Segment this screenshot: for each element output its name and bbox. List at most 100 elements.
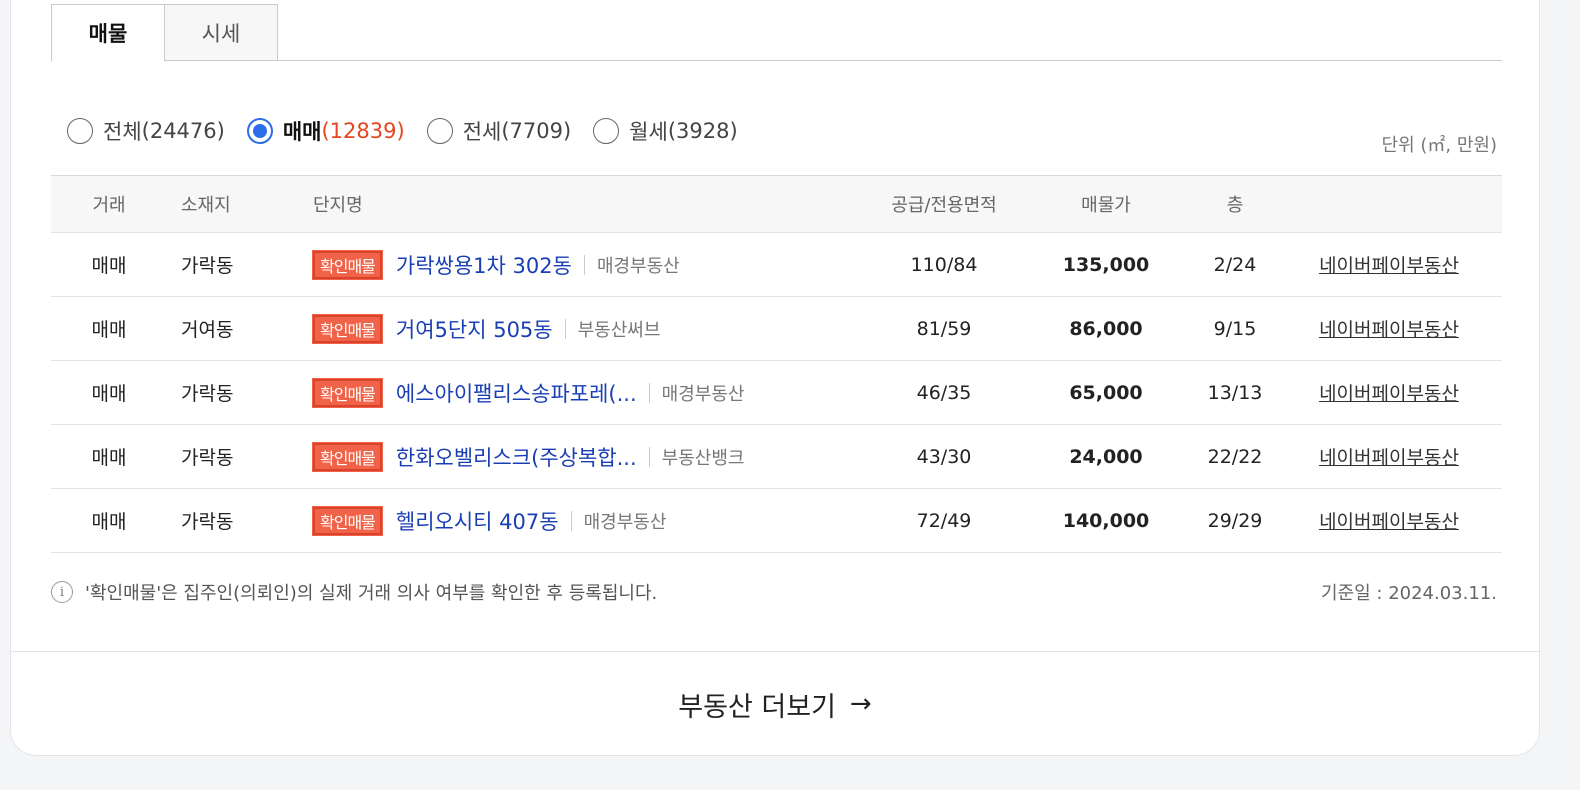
agent-link[interactable]: 네이버페이부동산 xyxy=(1319,511,1459,533)
cell-price: 135,000 xyxy=(1062,253,1150,276)
radio-circle[interactable] xyxy=(67,118,93,144)
filter-monthly-rent[interactable]: 월세 (3928) xyxy=(593,116,738,146)
cell-price: 65,000 xyxy=(1069,381,1143,404)
cell-type: 매매 xyxy=(91,383,127,405)
verified-listing-badge: 확인매물 xyxy=(312,441,383,472)
cell-agent: 네이버페이부동산 xyxy=(1277,443,1501,470)
filter-jeonse[interactable]: 전세 (7709) xyxy=(426,116,572,146)
radio-circle[interactable] xyxy=(246,118,273,144)
cell-type: 매매 xyxy=(91,255,127,277)
table-header: 거래 소재지 단지명 공급/전용면적 매물가 층 xyxy=(51,176,1502,233)
cell-floor: 9/15 xyxy=(1213,317,1257,340)
cell-floor: 2/24 xyxy=(1213,253,1257,276)
base-date: 기준일 : 2024.03.11. xyxy=(1321,583,1497,604)
verified-listing-badge: 확인매물 xyxy=(312,249,383,280)
cell-floor: 29/29 xyxy=(1207,509,1263,532)
agent-link[interactable]: 네이버페이부동산 xyxy=(1319,383,1459,405)
agency-name: 부동산뱅크 xyxy=(661,447,745,469)
cell-complex: 확인매물 가락쌍용1차 302동 매경부동산 xyxy=(312,249,869,280)
complex-link[interactable]: 헬리오시티 407동 xyxy=(396,506,559,536)
filter-sale[interactable]: 매매 (12839) xyxy=(246,116,405,146)
header-price: 매물가 xyxy=(1081,195,1131,216)
tab-bar: 매물 시세 xyxy=(51,4,1502,62)
cell-agent: 네이버페이부동산 xyxy=(1277,251,1501,278)
unit-label: 단위 (㎡, 만원) xyxy=(1381,135,1497,156)
divider xyxy=(570,510,572,531)
cell-price: 86,000 xyxy=(1069,317,1143,340)
filter-count: (3928) xyxy=(667,119,738,143)
cell-floor: 22/22 xyxy=(1207,445,1263,468)
filter-label: 전체 xyxy=(103,120,142,144)
filter-all[interactable]: 전체 (24476) xyxy=(67,116,225,146)
agent-link[interactable]: 네이버페이부동산 xyxy=(1319,319,1459,341)
header-complex: 단지명 xyxy=(313,195,363,216)
arrow-right-icon: → xyxy=(849,689,872,719)
table-row: 매매 가락동 확인매물 한화오벨리스크(주상복합... 부동산뱅크 43/30 … xyxy=(51,425,1502,489)
cell-area: 72/49 xyxy=(916,509,972,532)
cell-price: 140,000 xyxy=(1062,509,1150,532)
cell-complex: 확인매물 에스아이팰리스송파포레(... 매경부동산 xyxy=(312,377,869,408)
deal-type-filter: 전체 (24476) 매매 (12839) 전세 (7709) 월세 (3928… xyxy=(67,116,760,146)
cell-agent: 네이버페이부동산 xyxy=(1277,315,1501,342)
header-area: 공급/전용면적 xyxy=(891,195,997,216)
cell-location: 가락동 xyxy=(181,511,234,533)
cell-area: 81/59 xyxy=(916,317,972,340)
agency-name: 매경부동산 xyxy=(661,383,745,405)
table-row: 매매 가락동 확인매물 헬리오시티 407동 매경부동산 72/49 140,0… xyxy=(51,489,1502,553)
cell-type: 매매 xyxy=(91,511,127,533)
cell-complex: 확인매물 헬리오시티 407동 매경부동산 xyxy=(312,505,869,536)
cell-price: 24,000 xyxy=(1069,445,1143,468)
cell-area: 110/84 xyxy=(910,253,978,276)
divider xyxy=(564,318,566,339)
agency-name: 부동산써브 xyxy=(577,319,661,341)
header-location: 소재지 xyxy=(181,195,231,216)
note-text: '확인매물'은 집주인(의뢰인)의 실제 거래 의사 여부를 확인한 후 등록됩… xyxy=(85,583,658,604)
complex-link[interactable]: 거여5단지 505동 xyxy=(396,314,553,344)
cell-floor: 13/13 xyxy=(1207,381,1263,404)
divider xyxy=(648,382,650,403)
tab-listings[interactable]: 매물 xyxy=(51,4,165,62)
cell-type: 매매 xyxy=(91,319,127,341)
agency-name: 매경부동산 xyxy=(583,511,667,533)
filter-count: (7709) xyxy=(501,119,572,143)
verified-listing-badge: 확인매물 xyxy=(312,313,383,344)
table-row: 매매 가락동 확인매물 가락쌍용1차 302동 매경부동산 110/84 135… xyxy=(51,233,1502,297)
filter-count: (12839) xyxy=(321,119,405,143)
divider xyxy=(648,446,650,467)
cell-location: 가락동 xyxy=(181,447,234,469)
cell-area: 46/35 xyxy=(916,381,972,404)
radio-circle[interactable] xyxy=(426,118,453,144)
radio-circle[interactable] xyxy=(593,118,620,144)
info-icon: i xyxy=(51,581,73,603)
more-label: 부동산 더보기 xyxy=(678,691,836,723)
verified-listing-note: i '확인매물'은 집주인(의뢰인)의 실제 거래 의사 여부를 확인한 후 등… xyxy=(51,579,657,605)
cell-complex: 확인매물 거여5단지 505동 부동산써브 xyxy=(312,313,869,344)
verified-listing-badge: 확인매물 xyxy=(312,505,383,536)
cell-area: 43/30 xyxy=(916,445,972,468)
header-type: 거래 xyxy=(92,195,126,216)
agent-link[interactable]: 네이버페이부동산 xyxy=(1319,255,1459,277)
tab-market-price[interactable]: 시세 xyxy=(164,4,278,61)
table-row: 매매 가락동 확인매물 에스아이팰리스송파포레(... 매경부동산 46/35 … xyxy=(51,361,1502,425)
filter-label: 매매 xyxy=(282,120,322,144)
divider xyxy=(583,254,585,275)
complex-link[interactable]: 에스아이팰리스송파포레(... xyxy=(396,378,637,408)
agency-name: 매경부동산 xyxy=(596,255,680,277)
cell-agent: 네이버페이부동산 xyxy=(1277,379,1501,406)
table-row: 매매 거여동 확인매물 거여5단지 505동 부동산써브 81/59 86,00… xyxy=(51,297,1502,361)
filter-label: 월세 xyxy=(629,120,668,144)
listings-table: 거래 소재지 단지명 공급/전용면적 매물가 층 매매 가락동 확인매물 가락쌍… xyxy=(51,175,1502,553)
cell-location: 거여동 xyxy=(181,319,234,341)
agent-link[interactable]: 네이버페이부동산 xyxy=(1319,447,1459,469)
header-floor: 층 xyxy=(1226,195,1244,216)
cell-complex: 확인매물 한화오벨리스크(주상복합... 부동산뱅크 xyxy=(312,441,869,472)
cell-type: 매매 xyxy=(91,447,127,469)
cell-location: 가락동 xyxy=(181,383,234,405)
complex-link[interactable]: 한화오벨리스크(주상복합... xyxy=(396,442,637,472)
cell-agent: 네이버페이부동산 xyxy=(1277,507,1501,534)
complex-link[interactable]: 가락쌍용1차 302동 xyxy=(396,250,572,280)
filter-count: (24476) xyxy=(141,119,225,143)
more-real-estate-button[interactable]: 부동산 더보기 → xyxy=(11,652,1539,756)
cell-location: 가락동 xyxy=(181,255,234,277)
real-estate-card: 매물 시세 전체 (24476) 매매 (12839) 전세 (7709) 월세 xyxy=(10,0,1540,756)
